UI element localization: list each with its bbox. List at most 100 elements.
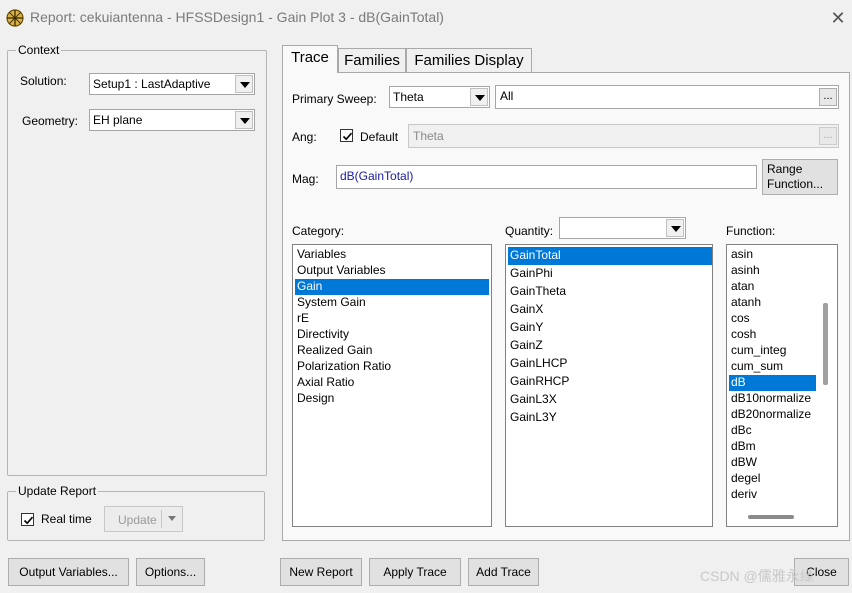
quantity-filter-select[interactable] — [559, 217, 686, 239]
solution-select[interactable]: Setup1 : LastAdaptive — [89, 73, 255, 95]
new-report-label: New Report — [289, 565, 353, 579]
list-item[interactable]: Polarization Ratio — [295, 359, 489, 375]
list-item[interactable]: dB20normalize — [729, 407, 816, 423]
range-function-label-2: Function... — [767, 177, 824, 191]
function-label: Function: — [726, 224, 776, 238]
list-item[interactable]: System Gain — [295, 295, 489, 311]
list-item[interactable]: dBW — [729, 455, 816, 471]
active-tab-join — [283, 71, 337, 74]
list-item[interactable]: Directivity — [295, 327, 489, 343]
geometry-select[interactable]: EH plane — [89, 109, 255, 131]
list-item[interactable]: GainL3Y — [508, 409, 712, 427]
list-item[interactable]: cum_integ — [729, 343, 816, 359]
realtime-label: Real time — [41, 512, 92, 526]
list-item[interactable]: dBc — [729, 423, 816, 439]
ang-value: Theta — [413, 129, 444, 143]
quantity-label: Quantity: — [505, 224, 554, 238]
hfss-app-icon — [6, 9, 24, 27]
tab-trace[interactable]: Trace — [282, 45, 338, 73]
list-item[interactable]: atanh — [729, 295, 816, 311]
apply-trace-button[interactable]: Apply Trace — [369, 558, 461, 586]
primary-sweep-select[interactable]: Theta — [389, 86, 490, 108]
chevron-down-icon[interactable] — [235, 75, 253, 93]
csdn-watermark: CSDN @儒雅永缘 — [700, 568, 814, 584]
tab-families-label: Families — [344, 52, 400, 69]
list-item[interactable]: GainY — [508, 319, 712, 337]
output-variables-label: Output Variables... — [19, 565, 118, 579]
list-item[interactable]: GainZ — [508, 337, 712, 355]
mag-label: Mag: — [292, 172, 319, 186]
options-button[interactable]: Options... — [136, 558, 205, 586]
category-list[interactable]: Variables Output Variables Gain System G… — [292, 244, 492, 527]
list-item[interactable]: dB — [729, 375, 816, 391]
update-button-label: Update — [118, 513, 157, 527]
sweep-range-browse-button[interactable]: ... — [819, 88, 837, 106]
list-item[interactable]: GainPhi — [508, 265, 712, 283]
title-bar: Report: cekuiantenna - HFSSDesign1 - Gai… — [0, 0, 852, 36]
tab-families-display-label: Families Display — [414, 52, 524, 69]
range-function-button[interactable]: Range Function... — [762, 159, 838, 195]
dropdown-arrow-icon[interactable] — [168, 516, 176, 521]
update-report-group-label: Update Report — [16, 484, 99, 498]
list-item[interactable]: Design — [295, 391, 489, 407]
quantity-list[interactable]: GainTotal GainPhi GainTheta GainX GainY … — [505, 244, 713, 527]
default-checkbox[interactable] — [340, 129, 353, 142]
update-button[interactable]: Update — [104, 506, 183, 532]
geometry-value: EH plane — [93, 113, 143, 127]
geometry-label: Geometry: — [22, 114, 79, 128]
update-split-divider — [161, 510, 162, 528]
list-item[interactable]: Output Variables — [295, 263, 489, 279]
ang-field: Theta — [408, 124, 839, 148]
list-item[interactable]: Gain — [295, 279, 489, 295]
list-item[interactable]: dB10normalize — [729, 391, 816, 407]
output-variables-button[interactable]: Output Variables... — [8, 558, 129, 586]
category-label: Category: — [292, 224, 345, 238]
list-item[interactable]: atan — [729, 279, 816, 295]
context-group-label: Context — [16, 43, 62, 57]
function-list[interactable]: asin asinh atan atanh cos cosh cum_integ… — [726, 244, 838, 527]
scrollbar-thumb[interactable] — [748, 515, 794, 519]
list-item[interactable]: asin — [729, 247, 816, 263]
list-item[interactable]: Variables — [295, 247, 489, 263]
new-report-button[interactable]: New Report — [280, 558, 362, 586]
list-item[interactable]: GainRHCP — [508, 373, 712, 391]
list-item[interactable]: GainL3X — [508, 391, 712, 409]
list-item[interactable]: cum_sum — [729, 359, 816, 375]
window-close-icon[interactable]: ✕ — [826, 6, 850, 30]
list-item[interactable]: Axial Ratio — [295, 375, 489, 391]
list-item[interactable]: Realized Gain — [295, 343, 489, 359]
list-item[interactable]: rE — [295, 311, 489, 327]
tab-families-display[interactable]: Families Display — [406, 48, 532, 73]
apply-trace-label: Apply Trace — [383, 565, 447, 579]
check-icon — [342, 132, 353, 141]
chevron-down-icon[interactable] — [666, 219, 684, 237]
check-icon — [23, 516, 34, 525]
list-item[interactable]: deriv — [729, 487, 816, 503]
list-item[interactable]: GainX — [508, 301, 712, 319]
list-item[interactable]: degel — [729, 471, 816, 487]
scrollbar-thumb[interactable] — [823, 303, 828, 385]
tab-families[interactable]: Families — [338, 48, 406, 73]
sweep-range-field[interactable]: All — [495, 85, 839, 109]
window-title: Report: cekuiantenna - HFSSDesign1 - Gai… — [30, 9, 444, 25]
list-item[interactable]: GainLHCP — [508, 355, 712, 373]
primary-sweep-label: Primary Sweep: — [292, 92, 377, 106]
realtime-checkbox[interactable] — [21, 513, 34, 526]
ang-browse-button: ... — [819, 127, 837, 145]
add-trace-label: Add Trace — [476, 565, 531, 579]
list-item[interactable]: cosh — [729, 327, 816, 343]
add-trace-button[interactable]: Add Trace — [468, 558, 539, 586]
chevron-down-icon[interactable] — [470, 88, 488, 106]
list-item[interactable]: dBm — [729, 439, 816, 455]
list-item[interactable]: cos — [729, 311, 816, 327]
solution-value: Setup1 : LastAdaptive — [93, 77, 211, 91]
list-item[interactable]: GainTheta — [508, 283, 712, 301]
list-item[interactable]: GainTotal — [508, 247, 712, 265]
solution-label: Solution: — [20, 74, 67, 88]
mag-field[interactable]: dB(GainTotal) — [336, 165, 757, 189]
function-horizontal-scrollbar[interactable] — [727, 507, 837, 526]
chevron-down-icon[interactable] — [235, 111, 253, 129]
mag-value: dB(GainTotal) — [340, 169, 414, 183]
function-vertical-scrollbar[interactable] — [820, 245, 837, 507]
list-item[interactable]: asinh — [729, 263, 816, 279]
